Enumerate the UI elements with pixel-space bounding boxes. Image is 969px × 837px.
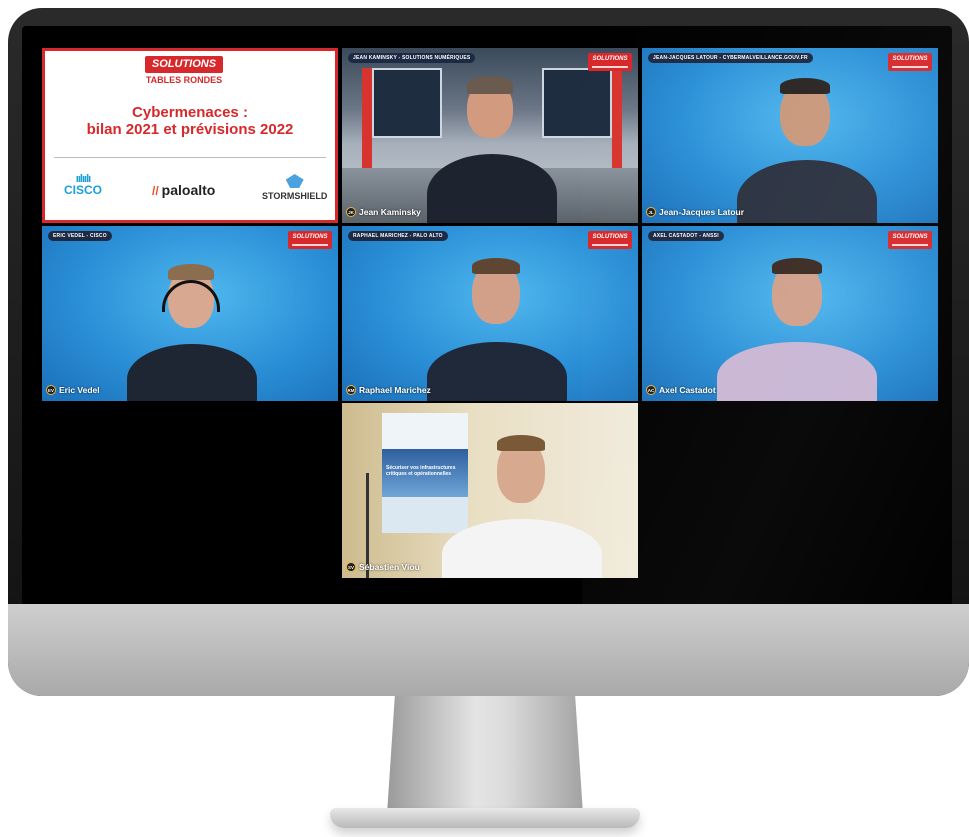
participant-tile-raphael-marichez[interactable]: RAPHAEL MARICHEZ - PALO ALTO SOLUTIONS R…	[342, 226, 638, 401]
monitor-bezel: SOLUTIONS TABLES RONDES Cybermenaces : b…	[8, 8, 969, 696]
participant-name-tag: EV Eric Vedel	[46, 385, 100, 395]
solutions-logo: SOLUTIONS	[588, 231, 632, 249]
participant-name-tag: AC Axel Castadot	[646, 385, 716, 395]
participant-tile-sebastien-viou[interactable]: Sécuriser vos infrastructures critiques …	[342, 403, 638, 578]
participant-name-tag: JK Jean Kaminsky	[346, 207, 421, 217]
participant-tile-axel-castadot[interactable]: AXEL CASTADOT - ANSSI SOLUTIONS AC Axel …	[642, 226, 938, 401]
video-conference-screen: SOLUTIONS TABLES RONDES Cybermenaces : b…	[22, 26, 952, 612]
imac-mockup: SOLUTIONS TABLES RONDES Cybermenaces : b…	[0, 0, 969, 837]
stormshield-logo: STORMSHIELD	[262, 174, 327, 201]
participant-video	[122, 262, 262, 401]
avatar: AC	[646, 385, 656, 395]
monitor-stand-base	[330, 808, 640, 828]
participant-video	[422, 256, 572, 401]
presentation-slide-tile[interactable]: SOLUTIONS TABLES RONDES Cybermenaces : b…	[42, 48, 338, 223]
monitor-stand-neck	[387, 696, 583, 814]
slide-title: Cybermenaces : bilan 2021 et prévisions …	[42, 104, 338, 138]
slide-title-line2: bilan 2021 et prévisions 2022	[86, 121, 294, 138]
avatar: SV	[346, 562, 356, 572]
participant-name-tag: RM Raphael Marichez	[346, 385, 431, 395]
participant-title-badge: RAPHAEL MARICHEZ - PALO ALTO	[348, 231, 448, 241]
participant-name-tag: JL Jean-Jacques Latour	[646, 207, 744, 217]
monitor-chin	[8, 604, 969, 696]
participant-title-badge: JEAN-JACQUES LATOUR - CYBERMALVEILLANCE.…	[648, 53, 813, 63]
solutions-logo: SOLUTIONS TABLES RONDES	[145, 56, 223, 85]
avatar: EV	[46, 385, 56, 395]
participant-title-badge: ERIC VEDEL - CISCO	[48, 231, 112, 241]
participant-video	[732, 78, 882, 223]
participant-video	[437, 433, 607, 578]
participant-tile-jean-jacques-latour[interactable]: JEAN-JACQUES LATOUR - CYBERMALVEILLANCE.…	[642, 48, 938, 223]
participant-title-badge: JEAN KAMINSKY - SOLUTIONS NUMÉRIQUES	[348, 53, 476, 63]
avatar: JL	[646, 207, 656, 217]
participant-video	[427, 74, 557, 223]
solutions-logo: SOLUTIONS	[888, 231, 932, 249]
participant-tile-jean-kaminsky[interactable]: JEAN KAMINSKY - SOLUTIONS NUMÉRIQUES SOL…	[342, 48, 638, 223]
paloalto-chevron-icon: //	[152, 184, 159, 198]
solutions-logo: SOLUTIONS	[588, 53, 632, 71]
paloalto-logo: //paloalto	[152, 182, 216, 198]
avatar: JK	[346, 207, 356, 217]
participant-name-tag: SV Sébastien Viou	[346, 562, 420, 572]
solutions-logo: SOLUTIONS	[888, 53, 932, 71]
participant-video	[712, 256, 882, 401]
slide-title-line1: Cybermenaces :	[132, 104, 248, 121]
solutions-logo: SOLUTIONS	[288, 231, 332, 249]
slide-divider	[54, 157, 326, 158]
participant-title-badge: AXEL CASTADOT - ANSSI	[648, 231, 724, 241]
participant-tile-eric-vedel[interactable]: ERIC VEDEL - CISCO SOLUTIONS EV Eric Ved…	[42, 226, 338, 401]
cisco-logo: ıılıılı CISCO	[64, 173, 103, 197]
stormshield-icon	[285, 174, 304, 188]
avatar: RM	[346, 385, 356, 395]
